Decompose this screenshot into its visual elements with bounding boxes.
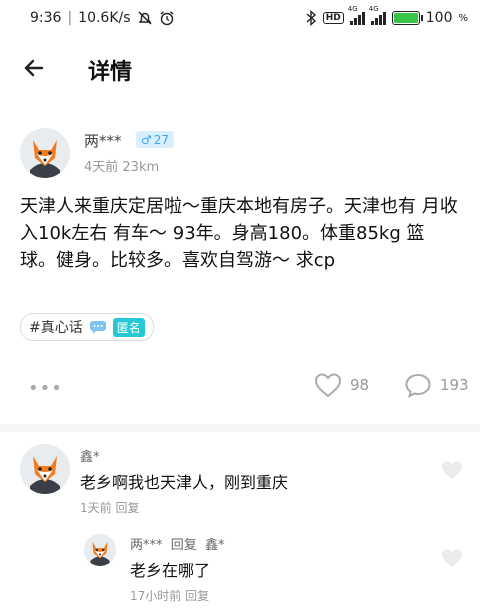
avatar[interactable]	[20, 128, 70, 178]
anonymous-badge: 匿名	[112, 317, 145, 337]
back-arrow-icon[interactable]	[20, 54, 48, 82]
like-count: 98	[350, 376, 370, 394]
battery-icon	[391, 11, 423, 25]
comment-icon	[405, 373, 431, 398]
comment-text: 老乡啊我也天津人，刚到重庆	[80, 473, 289, 492]
author-name[interactable]: 两***	[84, 130, 122, 151]
comment-count: 193	[440, 376, 469, 394]
reply-meta[interactable]: 17小时前 回复	[130, 587, 209, 604]
topic-tag[interactable]: #真心话 匿名	[20, 313, 154, 341]
heart-icon	[314, 373, 342, 398]
gender-age-badge: ♂ 27	[136, 131, 175, 148]
post-content: 天津人来重庆定居啦～重庆本地有房子。天津也有 月收入10k左右 有车～ 93年。…	[20, 196, 458, 271]
comment-button[interactable]: 193	[404, 372, 469, 398]
battery-level: 100	[425, 10, 453, 26]
section-divider	[0, 424, 480, 432]
heart-icon[interactable]	[441, 548, 463, 568]
no-notification-icon	[138, 11, 152, 25]
net-speed: 10.6K/s	[78, 10, 131, 26]
chat-bubble-icon	[89, 321, 106, 334]
page-title: 详情	[88, 60, 133, 85]
more-options-icon[interactable]: •••	[28, 378, 63, 399]
post-meta: 4天前 23km	[84, 160, 160, 175]
comment-meta[interactable]: 1天前 回复	[80, 499, 139, 516]
alarm-icon	[160, 11, 174, 26]
status-bar: 9:36 | 10.6K/s HD 4G 4G 100%	[30, 5, 468, 26]
hd-icon: HD	[322, 12, 344, 24]
avatar[interactable]	[20, 444, 70, 494]
heart-icon[interactable]	[441, 460, 463, 480]
reply-text: 老乡在哪了	[130, 561, 211, 580]
avatar[interactable]	[84, 534, 116, 566]
status-time: 9:36	[30, 10, 62, 26]
like-button[interactable]: 98	[314, 372, 369, 398]
top-nav: 详情	[0, 40, 480, 96]
reply-author[interactable]: 两*** 回复 鑫*	[130, 534, 225, 553]
signal-icon: 4G	[348, 5, 365, 25]
comment-author[interactable]: 鑫*	[80, 446, 100, 465]
bluetooth-icon	[306, 10, 316, 26]
signal-icon-2: 4G	[369, 5, 386, 25]
male-icon: ♂	[141, 132, 152, 147]
